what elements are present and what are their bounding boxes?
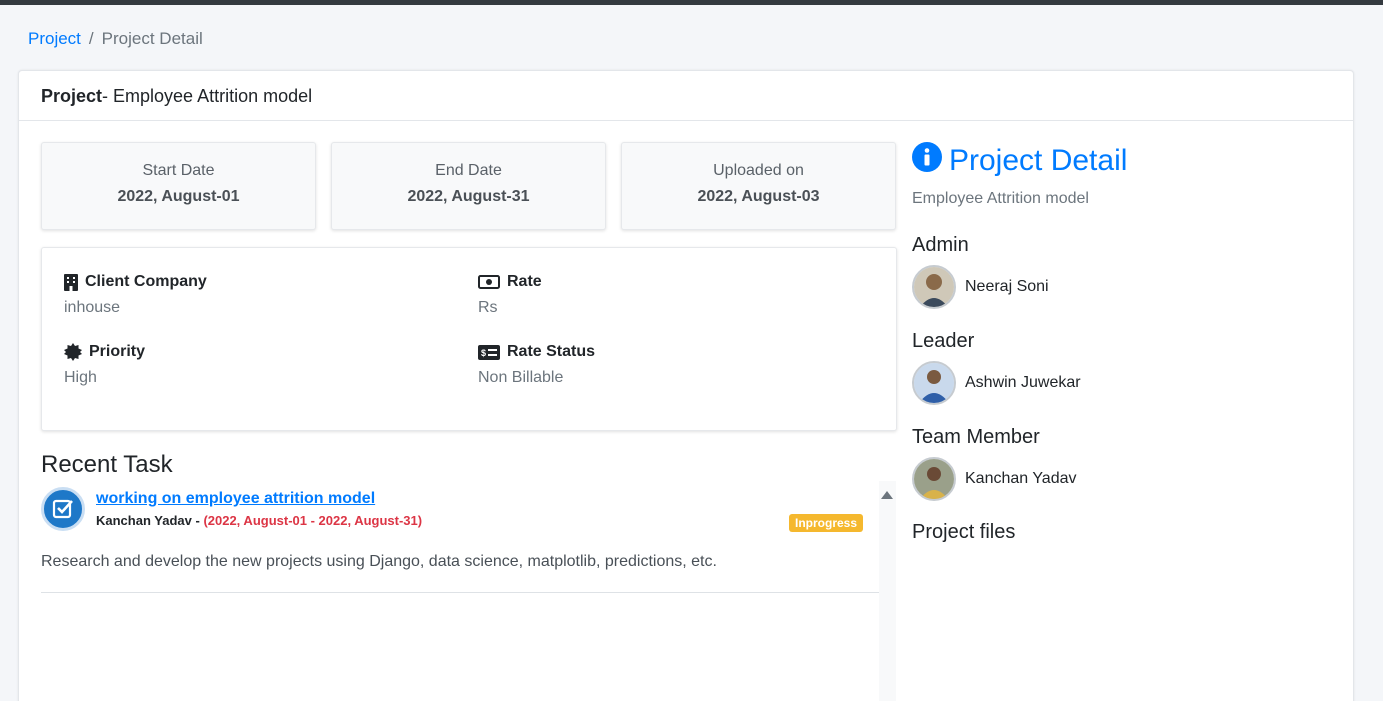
recent-task-heading: Recent Task: [41, 451, 173, 478]
svg-text:$: $: [481, 348, 486, 358]
leader-heading: Leader: [912, 330, 975, 352]
leader-name: Ashwin Juwekar: [965, 374, 1081, 391]
end-date-value: 2022, August-31: [407, 188, 530, 205]
breadcrumb: Project / Project Detail: [28, 29, 203, 49]
status-badge: Inprogress: [789, 514, 864, 532]
task-divider: [41, 592, 879, 593]
project-info-box: Client Company inhouse Rate Rs Priority …: [41, 247, 897, 431]
uploaded-on-value: 2022, August-03: [697, 188, 820, 205]
project-card: Project- Employee Attrition model Start …: [18, 70, 1354, 701]
rate-item: Rate Rs: [478, 273, 858, 317]
project-detail-panel: Project Detail Employee Attrition model …: [912, 142, 1332, 543]
priority-item: Priority High: [64, 343, 444, 387]
breadcrumb-project-link[interactable]: Project: [28, 29, 81, 49]
task-dates: (2022, August-01 - 2022, August-31): [203, 513, 423, 528]
team-member-name: Kanchan Yadav: [965, 470, 1077, 487]
uploaded-on-label: Uploaded on: [713, 162, 804, 179]
start-date-label: Start Date: [142, 162, 215, 179]
admin-person: Neeraj Soni: [912, 265, 1049, 309]
breadcrumb-separator: /: [88, 29, 94, 48]
rate-value: Rs: [478, 299, 498, 316]
uploaded-on-box: Uploaded on 2022, August-03: [621, 142, 896, 230]
avatar: [912, 361, 956, 405]
task-title-link[interactable]: working on employee attrition model: [96, 490, 375, 508]
top-navbar: [0, 0, 1383, 5]
client-company-item: Client Company inhouse: [64, 273, 444, 317]
money-check-icon: $: [478, 344, 500, 360]
avatar: [912, 457, 956, 501]
start-date-box: Start Date 2022, August-01: [41, 142, 316, 230]
team-member-person: Kanchan Yadav: [912, 457, 1077, 501]
client-company-value: inhouse: [64, 299, 121, 316]
task-list-scrollbar[interactable]: [879, 481, 896, 701]
task-assignee: Kanchan Yadav -: [96, 513, 200, 528]
breadcrumb-current: Project Detail: [101, 29, 203, 48]
rate-status-value: Non Billable: [478, 369, 564, 386]
admin-heading: Admin: [912, 234, 969, 256]
rate-status-item: $ Rate Status Non Billable: [478, 343, 858, 387]
project-detail-title-text: Project Detail: [949, 144, 1128, 177]
start-date-value: 2022, August-01: [117, 188, 240, 205]
team-member-heading: Team Member: [912, 426, 1040, 448]
project-files-heading: Project files: [912, 521, 1016, 543]
card-header: Project- Employee Attrition model: [19, 71, 1353, 121]
task-description: Research and develop the new projects us…: [41, 553, 717, 570]
header-label: Project: [41, 86, 103, 106]
money-icon: [478, 275, 500, 289]
end-date-label: End Date: [435, 162, 502, 179]
certificate-icon: [64, 343, 82, 361]
priority-value: High: [64, 369, 97, 386]
client-company-label: Client Company: [85, 273, 207, 290]
info-circle-icon: [912, 142, 942, 180]
task-meta: Kanchan Yadav - (2022, August-01 - 2022,…: [96, 513, 422, 528]
avatar: [912, 265, 956, 309]
project-description: Employee Attrition model: [912, 190, 1089, 207]
header-project-title: - Employee Attrition model: [102, 86, 313, 106]
end-date-box: End Date 2022, August-31: [331, 142, 606, 230]
project-detail-title: Project Detail: [912, 142, 1332, 180]
rate-status-label: Rate Status: [507, 343, 596, 360]
rate-label: Rate: [507, 273, 542, 290]
task-check-icon: [41, 487, 85, 531]
priority-label: Priority: [89, 343, 146, 360]
admin-name: Neeraj Soni: [965, 278, 1049, 295]
building-icon: [64, 273, 78, 291]
scroll-up-arrow[interactable]: [881, 491, 893, 499]
leader-person: Ashwin Juwekar: [912, 361, 1081, 405]
